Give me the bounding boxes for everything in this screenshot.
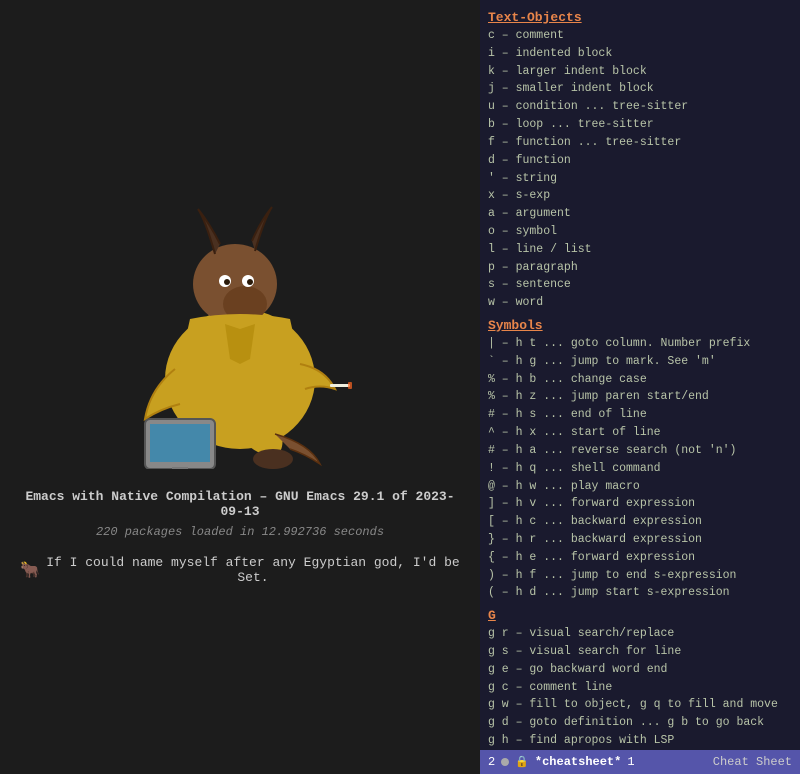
cheat-line: l – line / list: [488, 241, 792, 259]
gnu-mascot-image: [90, 189, 390, 469]
cheat-line: | – h t ... goto column. Number prefix: [488, 335, 792, 353]
cheat-line: # – h a ... reverse search (not 'n'): [488, 442, 792, 460]
cheat-line: } – h r ... backward expression: [488, 531, 792, 549]
cheat-line: k – larger indent block: [488, 63, 792, 81]
status-tab: 1: [627, 755, 634, 769]
status-bar: 2 🔒 *cheatsheet* 1 Cheat Sheet: [480, 750, 800, 774]
app-container: Emacs with Native Compilation – GNU Emac…: [0, 0, 800, 774]
cheat-line: j – smaller indent block: [488, 80, 792, 98]
cheat-line: s – sentence: [488, 276, 792, 294]
cheat-line: b – loop ... tree-sitter: [488, 116, 792, 134]
emacs-subtitle: 220 packages loaded in 12.992736 seconds: [96, 525, 384, 539]
cheat-line: @ – h w ... play macro: [488, 478, 792, 496]
cheat-line: f – function ... tree-sitter: [488, 134, 792, 152]
cheat-line: g d – goto definition ... g b to go back: [488, 714, 792, 732]
cheat-line: u – condition ... tree-sitter: [488, 98, 792, 116]
status-right-label: Cheat Sheet: [713, 755, 792, 769]
emacs-quote: 🐂 If I could name myself after any Egypt…: [20, 555, 460, 585]
cheat-line: g s – visual search for line: [488, 643, 792, 661]
quote-icon: 🐂: [20, 560, 40, 580]
cheat-line: # – h s ... end of line: [488, 406, 792, 424]
cheat-line: a – argument: [488, 205, 792, 223]
emacs-title: Emacs with Native Compilation – GNU Emac…: [20, 489, 460, 519]
cheat-line: [ – h c ... backward expression: [488, 513, 792, 531]
section-title-text-objects: Text-Objects: [488, 10, 792, 25]
status-number: 2: [488, 755, 495, 769]
status-dot: [501, 758, 509, 766]
cheat-line: ) – h f ... jump to end s-expression: [488, 567, 792, 585]
left-panel: Emacs with Native Compilation – GNU Emac…: [0, 0, 480, 774]
cheatsheet-content[interactable]: Text-Objects c – comment i – indented bl…: [480, 0, 800, 750]
section-title-symbols: Symbols: [488, 318, 792, 333]
cheat-line: ] – h v ... forward expression: [488, 495, 792, 513]
cheat-line: i – indented block: [488, 45, 792, 63]
cheat-line: g h – find apropos with LSP: [488, 732, 792, 750]
cheat-line: ^ – h x ... start of line: [488, 424, 792, 442]
cheat-line: g c – comment line: [488, 679, 792, 697]
cheat-line: p – paragraph: [488, 259, 792, 277]
cheat-line: ' – string: [488, 170, 792, 188]
status-filename: *cheatsheet*: [535, 755, 621, 769]
cheat-line: w – word: [488, 294, 792, 312]
cheat-line: g r – visual search/replace: [488, 625, 792, 643]
cheat-line: o – symbol: [488, 223, 792, 241]
section-title-g: G: [488, 608, 792, 623]
quote-text: If I could name myself after any Egyptia…: [46, 555, 460, 585]
cheat-line: g w – fill to object, g q to fill and mo…: [488, 696, 792, 714]
right-wrapper: Text-Objects c – comment i – indented bl…: [480, 0, 800, 774]
cheat-line: ` – h g ... jump to mark. See 'm': [488, 353, 792, 371]
cheat-line: g e – go backward word end: [488, 661, 792, 679]
cheat-line: x – s-exp: [488, 187, 792, 205]
cheat-line: ! – h q ... shell command: [488, 460, 792, 478]
cheat-line: ( – h d ... jump start s-expression: [488, 584, 792, 602]
status-lock: 🔒: [515, 755, 529, 769]
cheat-line: c – comment: [488, 27, 792, 45]
cheat-line: % – h b ... change case: [488, 371, 792, 389]
cheat-line: { – h e ... forward expression: [488, 549, 792, 567]
cheat-line: % – h z ... jump paren start/end: [488, 388, 792, 406]
cheat-line: d – function: [488, 152, 792, 170]
